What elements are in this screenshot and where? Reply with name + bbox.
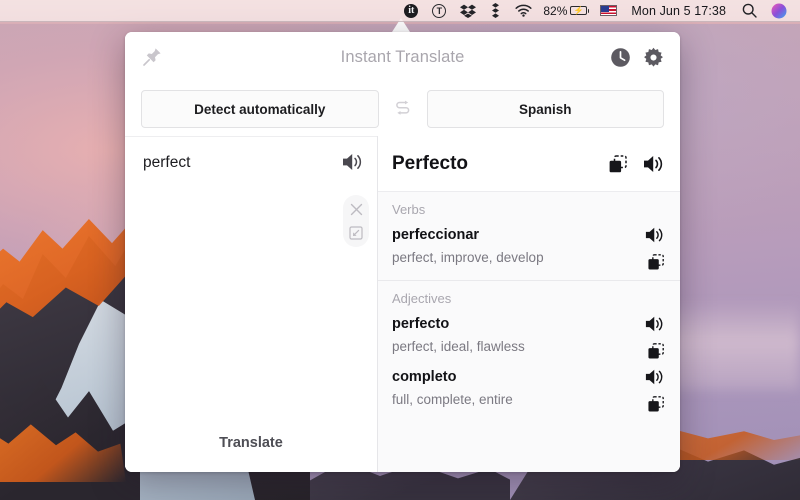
translation-panel: Perfecto — [377, 136, 680, 472]
spotlight-search-button[interactable] — [735, 0, 764, 22]
speaker-icon — [642, 153, 666, 175]
close-icon — [350, 203, 363, 216]
dictionary-section: Verbs perfeccionar perfect, improve, dev… — [378, 192, 680, 281]
main-translation-word: Perfecto — [392, 153, 468, 175]
copy-icon — [608, 154, 628, 174]
clock-icon — [610, 47, 631, 68]
app-circle-icon: it — [404, 4, 418, 18]
dropbox-icon — [460, 4, 476, 18]
entry-speak-button[interactable] — [644, 225, 666, 245]
wifi-menu-icon[interactable] — [508, 0, 539, 22]
speaker-icon — [644, 225, 666, 245]
charging-bolt-icon: ⚡ — [574, 7, 584, 15]
timing-menu-icon[interactable]: T — [425, 0, 453, 22]
entry-copy-button[interactable] — [647, 253, 665, 271]
source-text-area[interactable]: perfect — [125, 137, 377, 420]
speaker-icon — [341, 151, 365, 173]
dictionary-entry: perfeccionar perfect, improve, develop — [392, 225, 666, 268]
instant-translate-menu-icon[interactable]: it — [397, 0, 425, 22]
input-source-flag[interactable] — [593, 0, 624, 22]
clear-source-button[interactable] — [346, 199, 366, 219]
copy-translation-button[interactable] — [608, 154, 628, 174]
diamond-stack-icon — [490, 3, 501, 18]
siri-button[interactable] — [764, 0, 794, 22]
swap-languages-icon — [394, 100, 412, 118]
entry-meanings: full, complete, entire — [392, 390, 632, 410]
section-title: Adjectives — [392, 291, 666, 306]
source-speak-button[interactable] — [341, 151, 365, 173]
target-language-button[interactable]: Spanish — [427, 90, 665, 128]
bartender-menu-icon[interactable] — [483, 0, 508, 22]
speaker-icon — [644, 314, 666, 334]
source-tools — [343, 195, 369, 247]
expand-icon — [349, 226, 363, 240]
dictionary-entry: perfecto perfect, ideal, flawless — [392, 314, 666, 357]
source-text[interactable]: perfect — [143, 153, 333, 173]
us-flag-icon — [600, 5, 617, 16]
menu-bar-clock[interactable]: Mon Jun 5 17:38 — [624, 0, 735, 22]
entry-word: completo — [392, 367, 632, 388]
main-translation-row: Perfecto — [378, 136, 680, 192]
copy-icon — [647, 395, 665, 413]
source-language-button[interactable]: Detect automatically — [141, 90, 379, 128]
entry-copy-button[interactable] — [647, 395, 665, 413]
battery-icon: ⚡ — [570, 6, 587, 15]
swap-languages-button[interactable] — [379, 100, 427, 118]
main-translation-actions — [608, 153, 666, 175]
entry-speak-button[interactable] — [644, 367, 666, 387]
entry-meanings: perfect, ideal, flawless — [392, 337, 632, 357]
expand-source-button[interactable] — [346, 223, 366, 243]
entry-word: perfeccionar — [392, 225, 632, 246]
section-title: Verbs — [392, 202, 666, 217]
instant-translate-window: Instant Translate Detect automatically — [125, 32, 680, 472]
pin-icon — [141, 46, 163, 68]
dictionary-sections: Verbs perfeccionar perfect, improve, dev… — [378, 192, 680, 472]
dictionary-section: Adjectives perfecto perfect, ideal, flaw… — [378, 281, 680, 422]
dictionary-entry: completo full, complete, entire — [392, 367, 666, 410]
titlebar-actions — [610, 47, 664, 68]
entry-copy-button[interactable] — [647, 342, 665, 360]
search-icon — [742, 3, 757, 18]
entry-meanings: perfect, improve, develop — [392, 248, 632, 268]
entry-word: perfecto — [392, 314, 632, 335]
window-title: Instant Translate — [125, 48, 680, 67]
translate-row: Translate — [125, 420, 377, 472]
battery-status[interactable]: 82% ⚡ — [539, 0, 593, 22]
window-titlebar: Instant Translate — [125, 32, 680, 82]
speaker-icon — [644, 367, 666, 387]
history-button[interactable] — [610, 47, 631, 68]
battery-percent-label: 82% — [543, 4, 567, 18]
translate-button[interactable]: Translate — [219, 435, 283, 451]
dropbox-menu-icon[interactable] — [453, 0, 483, 22]
window-body: perfect — [125, 136, 680, 472]
language-selector-row: Detect automatically Spanish — [125, 82, 680, 136]
settings-button[interactable] — [643, 47, 664, 68]
wifi-icon — [515, 4, 532, 17]
copy-icon — [647, 253, 665, 271]
gear-icon — [643, 47, 664, 68]
source-panel: perfect — [125, 136, 377, 472]
copy-icon — [647, 342, 665, 360]
pin-button[interactable] — [141, 46, 163, 68]
macos-menu-bar: it T 82% ⚡ Mon Jun 5 17:38 — [0, 0, 800, 22]
circled-t-icon: T — [432, 4, 446, 18]
siri-icon — [771, 3, 787, 19]
speak-translation-button[interactable] — [642, 153, 666, 175]
entry-speak-button[interactable] — [644, 314, 666, 334]
